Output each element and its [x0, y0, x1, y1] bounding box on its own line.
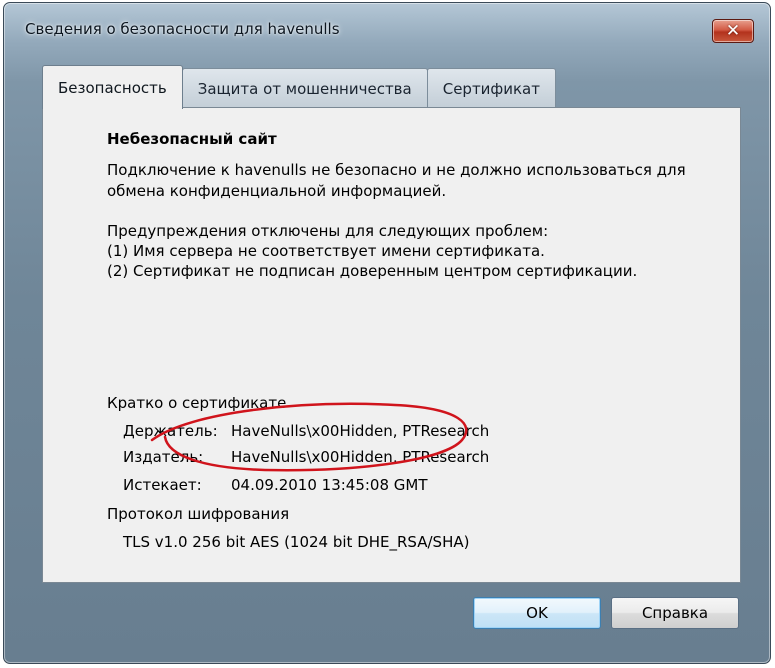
- connection-description-line2: обмена конфиденциальной информацией.: [107, 182, 447, 200]
- certificate-summary-heading: Кратко о сертификате: [107, 394, 287, 412]
- close-button[interactable]: ✕: [712, 19, 754, 43]
- warning-item-2: (2) Сертификат не подписан доверенным це…: [107, 262, 638, 280]
- title-bar[interactable]: Сведения о безопасности для havenulls ✕: [4, 3, 770, 47]
- unsafe-site-heading: Небезопасный сайт: [107, 130, 277, 148]
- expires-label: Истекает:: [123, 476, 202, 494]
- tab-phishing-protection[interactable]: Защита от мошенничества: [181, 68, 428, 108]
- dialog-body: Безопасность Защита от мошенничества Сер…: [23, 65, 745, 653]
- tab-certificate[interactable]: Сертификат: [426, 68, 556, 108]
- tab-strip: Безопасность Защита от мошенничества Сер…: [42, 65, 556, 109]
- connection-description-line1: Подключение к havenulls не безопасно и н…: [107, 161, 686, 179]
- holder-label: Держатель:: [123, 422, 218, 440]
- ok-button[interactable]: OK: [473, 597, 601, 629]
- issuer-label: Издатель:: [123, 448, 204, 466]
- expires-value: 04.09.2010 13:45:08 GMT: [231, 476, 428, 494]
- issuer-value: HaveNulls\x00Hidden, PTResearch: [231, 448, 490, 466]
- warnings-intro: Предупреждения отключены для следующих п…: [107, 222, 549, 240]
- protocol-value: TLS v1.0 256 bit AES (1024 bit DHE_RSA/S…: [123, 533, 470, 551]
- holder-value: HaveNulls\x00Hidden, PTResearch: [231, 422, 490, 440]
- tab-security[interactable]: Безопасность: [42, 65, 183, 109]
- security-tab-panel: Небезопасный сайт Подключение к havenull…: [42, 107, 741, 583]
- warning-item-1: (1) Имя сервера не соответствует имени с…: [107, 242, 545, 260]
- window-title: Сведения о безопасности для havenulls: [25, 20, 340, 38]
- close-icon: ✕: [725, 20, 741, 41]
- help-button[interactable]: Справка: [611, 597, 739, 629]
- protocol-heading: Протокол шифрования: [107, 505, 290, 523]
- dialog-buttons: OK Справка: [23, 597, 745, 633]
- security-info-dialog: Сведения о безопасности для havenulls ✕ …: [3, 2, 771, 664]
